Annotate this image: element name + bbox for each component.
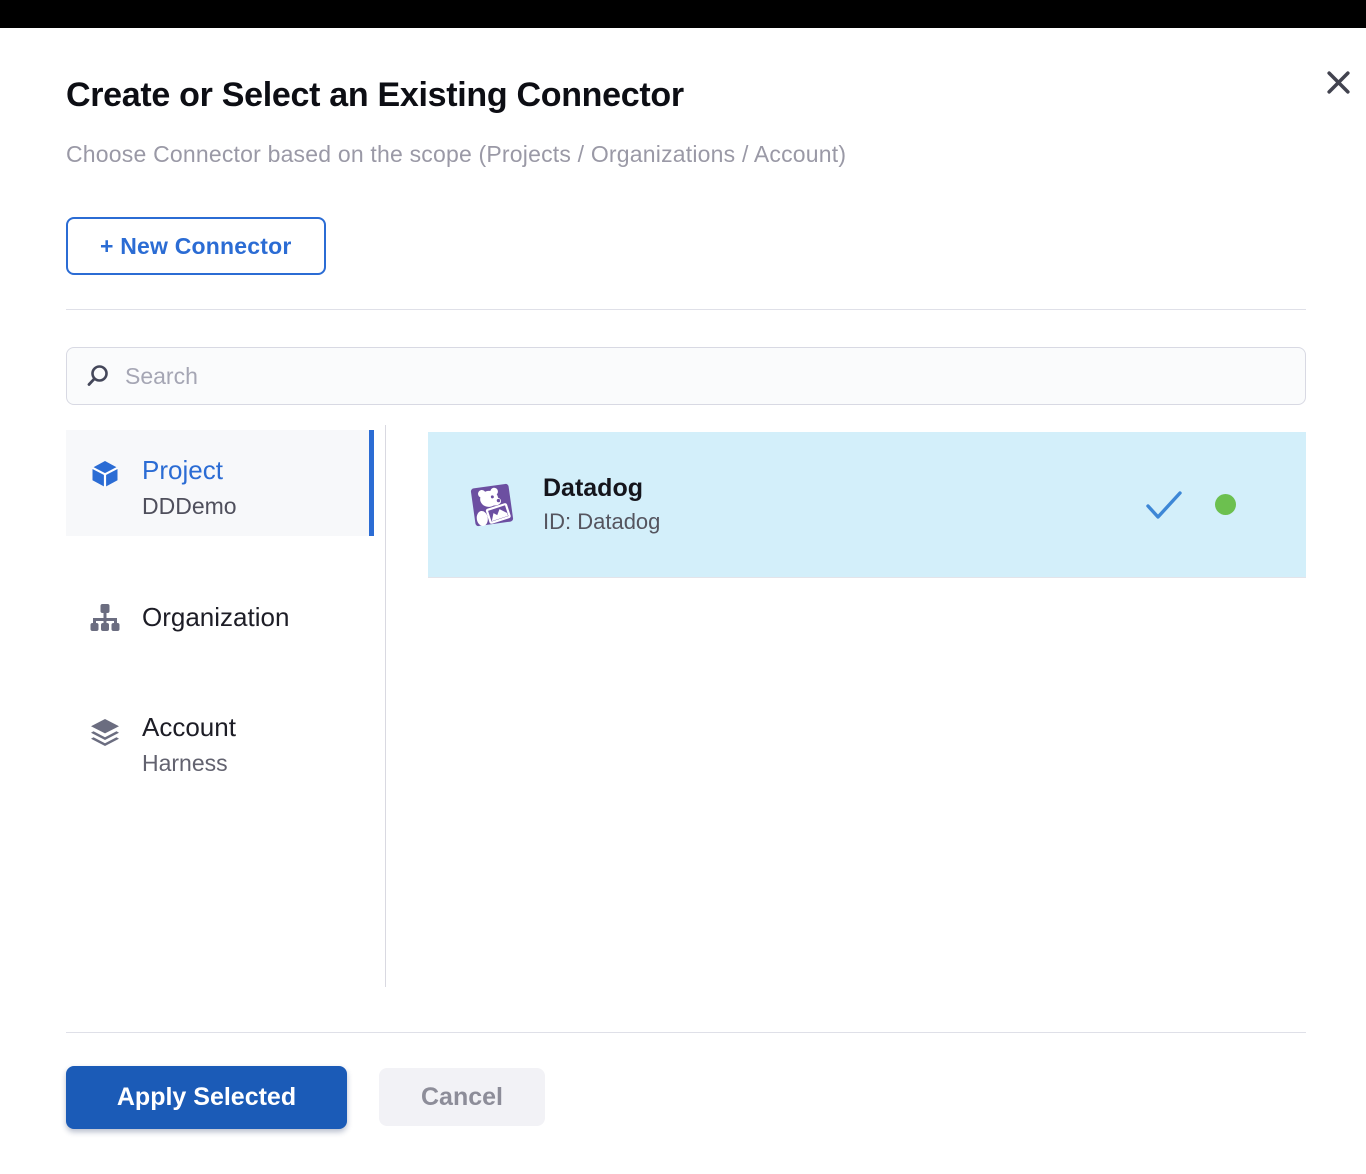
scope-label: Organization — [142, 603, 289, 633]
layers-icon — [88, 715, 122, 749]
modal-subtitle: Choose Connector based on the scope (Pro… — [66, 141, 846, 168]
scope-label: Project — [142, 456, 237, 486]
top-bar — [0, 0, 1366, 28]
scope-item-account[interactable]: Account Harness — [66, 700, 374, 810]
cube-icon — [88, 458, 122, 490]
apply-selected-button[interactable]: Apply Selected — [66, 1066, 347, 1129]
org-chart-icon — [88, 601, 122, 635]
scope-texts: Project DDDemo — [142, 456, 237, 520]
scope-item-project[interactable]: Project DDDemo — [66, 430, 374, 536]
datadog-logo — [466, 479, 518, 531]
connector-name: Datadog — [543, 474, 660, 503]
scope-sublabel: Harness — [142, 750, 236, 777]
scope-texts: Account Harness — [142, 713, 236, 777]
selected-check-icon — [1144, 489, 1184, 521]
modal-title: Create or Select an Existing Connector — [66, 76, 684, 115]
connector-id: ID: Datadog — [543, 509, 660, 535]
scope-item-organization[interactable]: Organization — [66, 582, 374, 654]
connector-list: Datadog ID: Datadog — [428, 432, 1306, 578]
divider-top — [66, 309, 1306, 310]
close-icon — [1325, 69, 1352, 96]
divider-bottom — [66, 1032, 1306, 1033]
close-button[interactable] — [1320, 64, 1356, 100]
scope-texts: Organization — [142, 603, 289, 633]
new-connector-button[interactable]: + New Connector — [66, 217, 326, 275]
vertical-divider — [385, 425, 386, 987]
search-icon — [85, 363, 111, 389]
scope-sublabel: DDDemo — [142, 493, 237, 520]
search-box[interactable] — [66, 347, 1306, 405]
search-input[interactable] — [125, 363, 1287, 390]
status-dot — [1215, 494, 1236, 515]
scope-label: Account — [142, 713, 236, 743]
scope-sidebar: Project DDDemo Organization — [66, 430, 374, 810]
cancel-button[interactable]: Cancel — [379, 1068, 545, 1126]
modal-content: Project DDDemo Organization — [66, 430, 1306, 990]
connector-texts: Datadog ID: Datadog — [543, 474, 660, 535]
connector-row-datadog[interactable]: Datadog ID: Datadog — [428, 432, 1306, 578]
connector-modal: Create or Select an Existing Connector C… — [0, 0, 1366, 1174]
